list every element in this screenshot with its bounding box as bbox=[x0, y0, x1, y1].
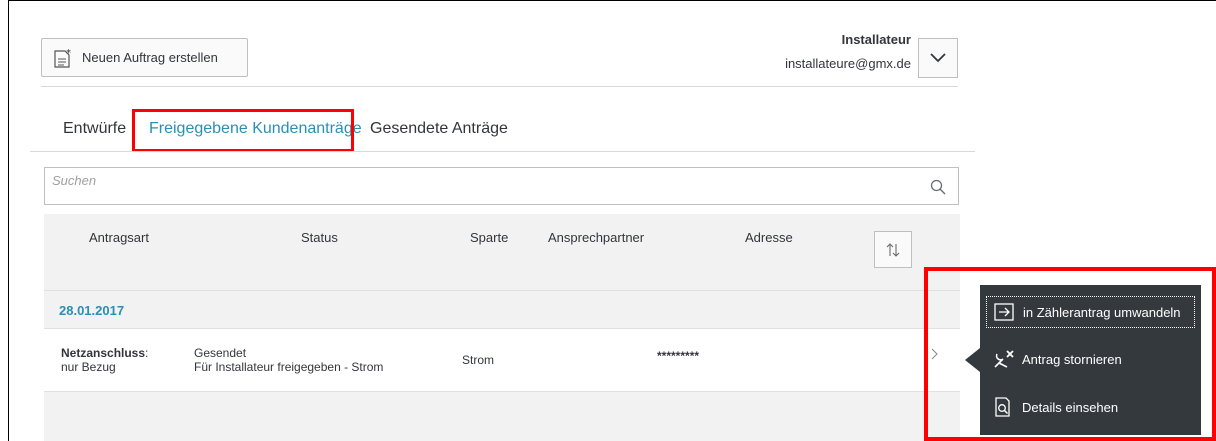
cell-status: Gesendet bbox=[194, 346, 247, 360]
user-role: Installateur bbox=[841, 32, 911, 47]
cell-ansprechpartner: ********* bbox=[657, 349, 700, 363]
user-info: Installateur installateure@gmx.de bbox=[785, 32, 911, 71]
menu-item-convert-label: in Zählerantrag umwandeln bbox=[1023, 304, 1181, 320]
divider bbox=[41, 86, 958, 87]
group-header: 28.01.2017 bbox=[44, 290, 960, 328]
column-header-ansprechpartner: Ansprechpartner bbox=[548, 230, 645, 245]
menu-item-details[interactable]: Details einsehen bbox=[986, 391, 1195, 423]
tab-entwuerfe[interactable]: Entwürfe bbox=[63, 120, 126, 138]
new-order-label: Neuen Auftrag erstellen bbox=[82, 50, 218, 65]
menu-pointer bbox=[965, 348, 980, 372]
cancel-tools-icon bbox=[994, 350, 1014, 368]
user-menu-button[interactable] bbox=[918, 38, 958, 78]
cell-sparte: Strom bbox=[462, 353, 495, 367]
convert-icon bbox=[994, 303, 1014, 321]
new-order-button[interactable]: * Neuen Auftrag erstellen bbox=[41, 38, 248, 77]
sort-icon bbox=[886, 242, 900, 257]
cell-status-sub: Für Installateur freigegeben - Strom bbox=[194, 360, 384, 374]
column-header-adresse: Adresse bbox=[745, 230, 793, 245]
user-email: installateure@gmx.de bbox=[785, 56, 911, 71]
tabs-divider bbox=[30, 151, 975, 152]
tab-gesendete-antraege[interactable]: Gesendete Anträge bbox=[370, 120, 508, 138]
details-search-icon bbox=[995, 397, 1010, 417]
column-header-antragsart: Antragsart bbox=[89, 230, 149, 245]
search-placeholder: Suchen bbox=[52, 173, 97, 188]
request-type-suffix: : bbox=[145, 346, 149, 360]
chevron-down-icon bbox=[930, 53, 946, 63]
search-icon[interactable] bbox=[930, 179, 946, 195]
cell-antragsart-sub: nur Bezug bbox=[61, 360, 116, 374]
new-document-icon: * bbox=[54, 48, 71, 68]
menu-item-convert[interactable]: in Zählerantrag umwandeln bbox=[986, 296, 1195, 328]
svg-text:*: * bbox=[66, 48, 71, 59]
row-context-menu: in Zählerantrag umwandeln Antrag stornie… bbox=[980, 285, 1201, 435]
sort-button[interactable] bbox=[874, 231, 912, 268]
column-header-status: Status bbox=[301, 230, 338, 245]
tab-highlight-box bbox=[132, 109, 354, 152]
column-header-sparte: Sparte bbox=[470, 230, 509, 245]
group-date: 28.01.2017 bbox=[59, 303, 125, 318]
table-row[interactable]: Netzanschluss: nur Bezug Gesendet Für In… bbox=[44, 328, 960, 392]
menu-item-details-label: Details einsehen bbox=[1022, 399, 1119, 415]
menu-item-cancel[interactable]: Antrag stornieren bbox=[986, 343, 1195, 375]
requests-table: Antragsart Status Sparte Ansprechpartner… bbox=[44, 214, 960, 441]
cell-antragsart: Netzanschluss: bbox=[61, 346, 148, 360]
search-input[interactable]: Suchen bbox=[44, 167, 959, 205]
request-type: Netzanschluss bbox=[61, 346, 146, 360]
menu-item-cancel-label: Antrag stornieren bbox=[1022, 351, 1122, 367]
table-header: Antragsart Status Sparte Ansprechpartner… bbox=[44, 214, 960, 289]
